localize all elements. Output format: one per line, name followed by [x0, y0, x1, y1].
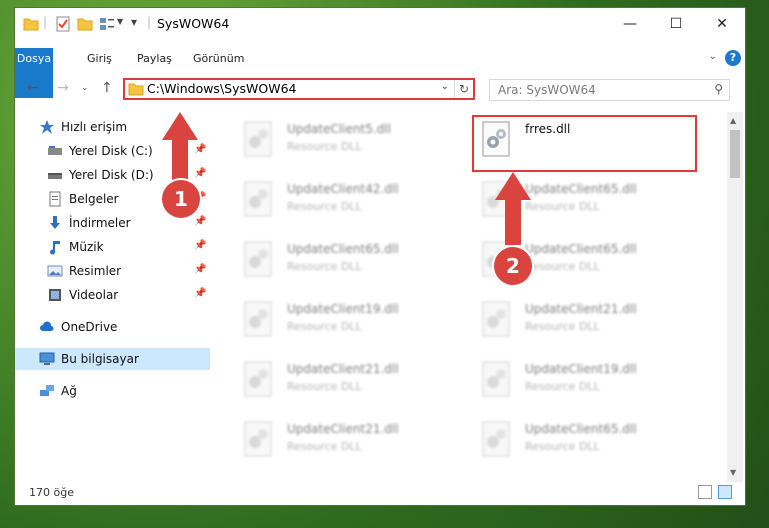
tab-home[interactable]: Giriş: [77, 48, 122, 70]
download-icon: [50, 216, 60, 229]
file-item[interactable]: UpdateClient21.dll Resource DLL: [239, 418, 459, 468]
file-item[interactable]: UpdateClient5.dll Resource DLL: [239, 118, 459, 168]
file-item[interactable]: UpdateClient19.dll Resource DLL: [477, 358, 697, 408]
folder-icon: [23, 18, 39, 31]
star-icon: [40, 120, 54, 134]
music-icon: [50, 241, 60, 255]
file-item[interactable]: UpdateClient21.dll Resource DLL: [477, 298, 697, 348]
tab-view[interactable]: Görünüm: [183, 48, 254, 70]
customize-toolbar-icon[interactable]: ▾: [131, 15, 137, 29]
pin-icon: 📌: [194, 264, 207, 275]
network-icon: [40, 385, 54, 396]
computer-icon: [39, 352, 55, 365]
nav-item-onedrive[interactable]: OneDrive: [15, 316, 210, 338]
separator: |: [147, 15, 152, 29]
dll-file-icon: [244, 301, 272, 337]
large-icons-view-icon[interactable]: [718, 485, 732, 499]
up-icon[interactable]: ↑: [101, 80, 113, 96]
scrollbar-thumb[interactable]: [730, 130, 740, 178]
nav-item-local-disk-c[interactable]: Yerel Disk (C:) 📌: [15, 140, 210, 162]
search-placeholder: Ara: SysWOW64: [498, 83, 596, 97]
forward-icon[interactable]: →: [57, 80, 69, 96]
nav-item-quick-access[interactable]: Hızlı erişim: [15, 116, 210, 138]
title-bar: | ▼ ▾ | SysWOW64 — ☐ ✕: [15, 8, 745, 40]
explorer-window: | ▼ ▾ | SysWOW64 — ☐ ✕ Dosya Giriş Payla…: [15, 8, 745, 505]
videos-icon: [49, 289, 61, 301]
help-button[interactable]: ?: [725, 50, 741, 66]
close-button[interactable]: ✕: [699, 8, 745, 40]
tab-share[interactable]: Paylaş: [127, 48, 182, 70]
pictures-icon: [47, 265, 63, 277]
file-item[interactable]: UpdateClient42.dll Resource DLL: [239, 178, 459, 228]
scroll-down-icon[interactable]: ▼: [730, 468, 736, 477]
pin-icon: 📌: [194, 288, 207, 299]
drive-icon: [48, 173, 62, 179]
address-bar[interactable]: C:\Windows\SysWOW64 ⌄ ↻: [123, 78, 475, 100]
search-input[interactable]: Ara: SysWOW64 ⚲: [489, 79, 730, 101]
dll-file-icon: [482, 421, 510, 457]
view-options-icon[interactable]: [99, 16, 115, 32]
expand-ribbon-icon[interactable]: ⌄: [709, 51, 717, 62]
maximize-button[interactable]: ☐: [653, 8, 699, 40]
drive-icon: [48, 146, 62, 155]
file-item[interactable]: UpdateClient65.dll Resource DLL: [477, 178, 697, 228]
file-item[interactable]: UpdateClient21.dll Resource DLL: [239, 358, 459, 408]
step-badge-2: 2: [494, 247, 532, 285]
documents-icon: [49, 191, 61, 207]
dll-file-icon: [244, 361, 272, 397]
folder-icon: [128, 83, 144, 96]
chevron-down-icon[interactable]: ⌄: [441, 81, 449, 92]
cloud-icon: [40, 321, 54, 331]
new-folder-icon[interactable]: [77, 16, 93, 32]
chevron-down-icon[interactable]: ▼: [117, 17, 123, 26]
search-icon[interactable]: ⚲: [714, 82, 723, 96]
dll-file-icon: [482, 181, 510, 217]
highlight-box-frres: [472, 115, 697, 172]
properties-icon[interactable]: [55, 16, 71, 32]
back-icon[interactable]: ←: [27, 80, 39, 96]
step-badge-1: 1: [162, 180, 200, 218]
pin-icon: 📌: [194, 144, 207, 155]
dll-file-icon: [482, 301, 510, 337]
dll-file-icon: [244, 421, 272, 457]
file-item[interactable]: UpdateClient65.dll Resource DLL: [477, 418, 697, 468]
item-count: 170 öğe: [29, 486, 74, 499]
dll-file-icon: [244, 121, 272, 157]
minimize-button[interactable]: —: [607, 8, 653, 40]
details-view-icon[interactable]: [698, 485, 712, 499]
refresh-icon[interactable]: ↻: [454, 80, 473, 98]
nav-item-music[interactable]: Müzik 📌: [15, 236, 210, 258]
status-bar: 170 öğe: [15, 482, 745, 504]
window-title: SysWOW64: [157, 16, 230, 31]
navigation-pane: Hızlı erişim Yerel Disk (C:) 📌 Yerel Dis…: [15, 112, 211, 474]
pin-icon: 📌: [194, 216, 207, 227]
pin-icon: 📌: [194, 168, 207, 179]
recent-locations-icon[interactable]: ⌄: [81, 83, 89, 93]
separator: |: [43, 15, 48, 29]
address-path: C:\Windows\SysWOW64: [147, 81, 297, 96]
vertical-scrollbar[interactable]: ▲ ▼: [727, 112, 743, 482]
ribbon-tabs: Dosya Giriş Paylaş Görünüm ⌄ ?: [15, 48, 745, 98]
pin-icon: 📌: [194, 240, 207, 251]
file-item[interactable]: UpdateClient65.dll Resource DLL: [239, 238, 459, 288]
nav-item-this-pc[interactable]: Bu bilgisayar: [15, 348, 210, 370]
dll-file-icon: [482, 361, 510, 397]
address-row: ← → ⌄ ↑ C:\Windows\SysWOW64 ⌄ ↻ Ara: Sys…: [15, 74, 745, 104]
file-item[interactable]: UpdateClient19.dll Resource DLL: [239, 298, 459, 348]
dll-file-icon: [244, 241, 272, 277]
nav-item-network[interactable]: Ağ: [15, 380, 210, 402]
nav-item-videos[interactable]: Videolar 📌: [15, 284, 210, 306]
nav-item-pictures[interactable]: Resimler 📌: [15, 260, 210, 282]
scroll-up-icon[interactable]: ▲: [730, 116, 736, 125]
dll-file-icon: [244, 181, 272, 217]
